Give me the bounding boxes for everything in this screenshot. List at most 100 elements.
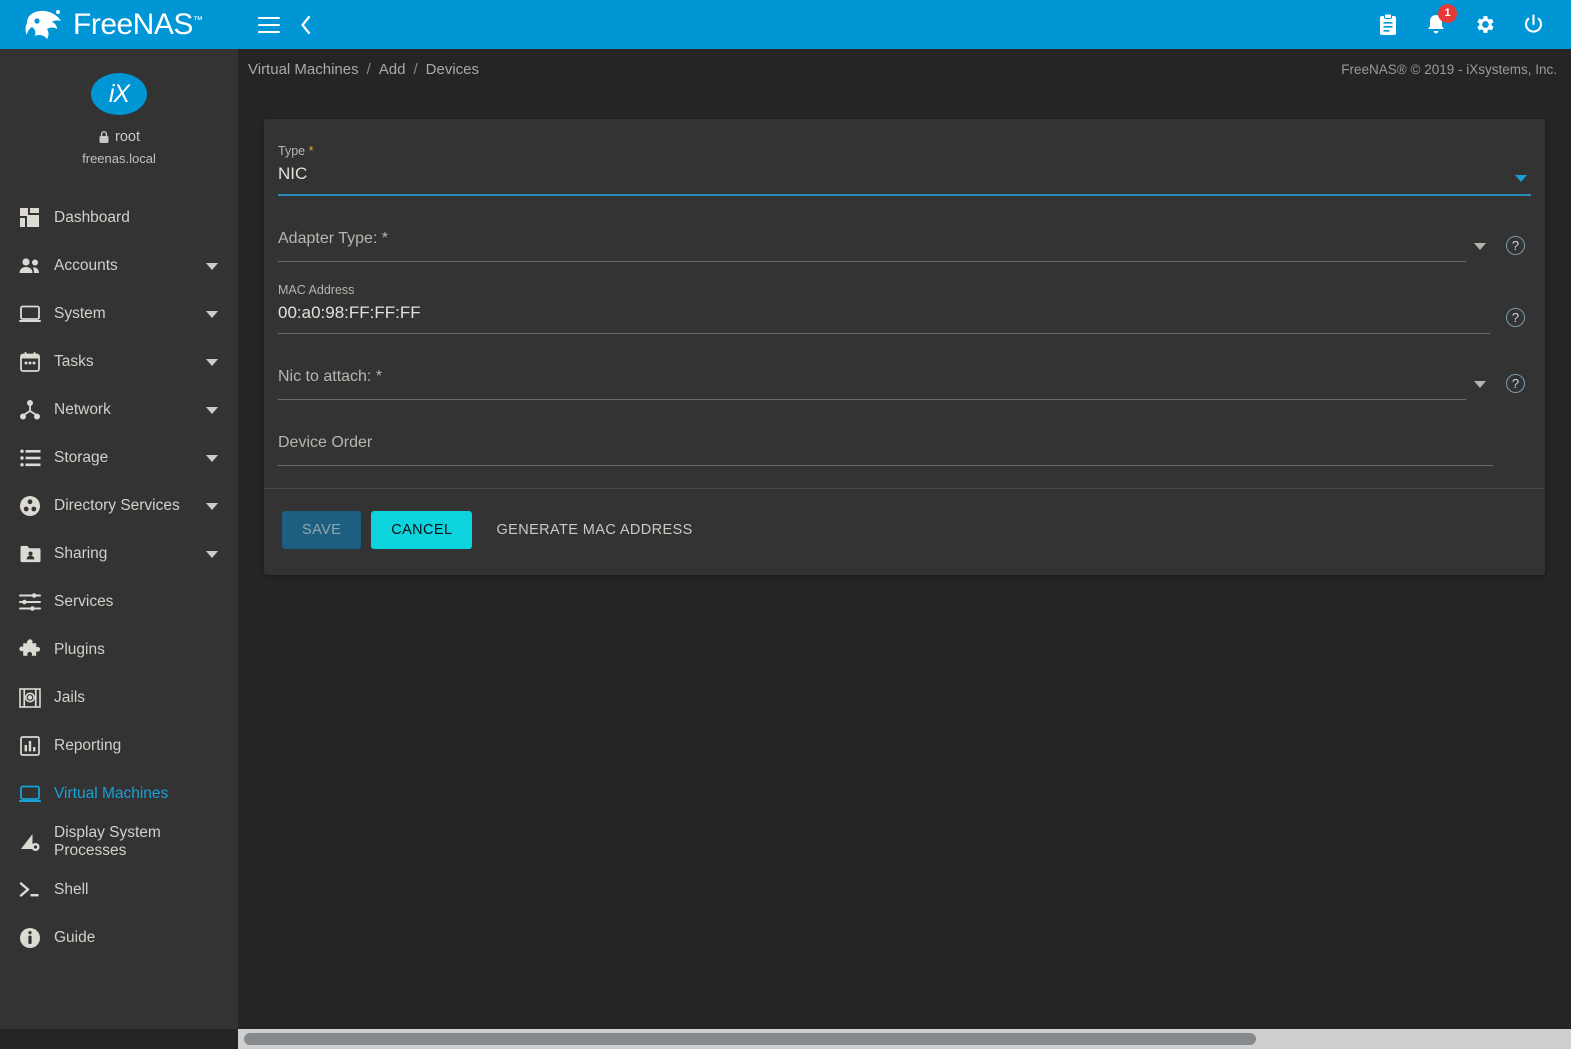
- sidebar-item-storage[interactable]: Storage: [0, 434, 238, 482]
- breadcrumb-separator: /: [366, 61, 371, 78]
- adapter-type-chevron-down-icon[interactable]: [1474, 243, 1486, 250]
- freenas-fish-logo-icon: [25, 9, 61, 39]
- dashboard-icon: [10, 204, 50, 232]
- mac-address-underline: [278, 333, 1490, 334]
- chevron-down-icon[interactable]: [206, 310, 218, 318]
- adapter-type-help-circle-icon[interactable]: ?: [1506, 236, 1525, 255]
- type-chevron-down-icon[interactable]: [1515, 175, 1527, 182]
- brand-logo[interactable]: FreeNAS™: [0, 0, 238, 49]
- horizontal-scrollbar[interactable]: [238, 1029, 1571, 1049]
- sidebar-item-jails[interactable]: Jails: [0, 674, 238, 722]
- sidebar-item-label: Virtual Machines: [54, 785, 169, 802]
- type-value[interactable]: NIC: [278, 159, 1507, 187]
- sidebar-item-sharing[interactable]: Sharing: [0, 530, 238, 578]
- storage-icon: [10, 444, 50, 472]
- sidebar-item-directory-services[interactable]: Directory Services: [0, 482, 238, 530]
- sidebar-item-services[interactable]: Services: [0, 578, 238, 626]
- sidebar-item-guide[interactable]: Guide: [0, 914, 238, 962]
- system-icon: [10, 300, 50, 328]
- breadcrumb-item-devices[interactable]: Devices: [426, 61, 479, 78]
- field-device-order: Device Order: [278, 422, 1531, 466]
- directory-services-icon: [10, 492, 50, 520]
- network-icon: [10, 396, 50, 424]
- breadcrumb-item-virtual-machines[interactable]: Virtual Machines: [248, 61, 359, 78]
- username-row: root: [0, 129, 238, 145]
- sidebar-item-accounts[interactable]: Accounts: [0, 242, 238, 290]
- shell-icon: [10, 876, 50, 904]
- scrollbar-corner: [0, 1029, 238, 1049]
- gear-icon[interactable]: [1473, 13, 1496, 36]
- nic-to-attach-placeholder[interactable]: Nic to attach: *: [278, 362, 1466, 392]
- nic-to-attach-help-circle-icon[interactable]: ?: [1506, 374, 1525, 393]
- sidebar-item-label: System: [54, 305, 106, 322]
- mac-address-label: MAC Address: [278, 283, 355, 297]
- sidebar-item-label: Accounts: [54, 257, 118, 274]
- reporting-icon: [10, 732, 50, 760]
- accounts-icon: [10, 252, 50, 280]
- sidebar-item-label: Directory Services: [54, 497, 180, 514]
- lock-icon: [99, 131, 109, 143]
- copyright-label: FreeNAS® © 2019 - iXsystems, Inc.: [1341, 62, 1557, 77]
- mac-address-value[interactable]: 00:a0:98:FF:FF:FF: [278, 298, 1490, 326]
- sidebar-item-label: Shell: [54, 881, 89, 898]
- sidebar-item-label: Display System Processes: [54, 824, 161, 859]
- device-order-underline: [278, 465, 1493, 466]
- clipboard-icon[interactable]: [1377, 13, 1399, 37]
- type-label: Type *: [278, 144, 314, 158]
- chevron-down-icon[interactable]: [206, 550, 218, 558]
- plugins-icon: [10, 636, 50, 664]
- sidebar-item-display-system-processes[interactable]: Display System Processes: [0, 818, 238, 866]
- chevron-left-icon[interactable]: [298, 14, 314, 36]
- sidebar-item-label: Storage: [54, 449, 109, 466]
- sidebar-item-label: Network: [54, 401, 111, 418]
- chevron-down-icon[interactable]: [206, 358, 218, 366]
- top-navigation-bar: FreeNAS™ 1: [0, 0, 1571, 49]
- display-system-processes-icon: [10, 828, 50, 856]
- sidebar-item-tasks[interactable]: Tasks: [0, 338, 238, 386]
- device-form-card: Type * NIC Adapter Type: * ? MAC Address…: [264, 119, 1545, 575]
- avatar: iX: [91, 73, 147, 115]
- tasks-icon: [10, 348, 50, 376]
- sidebar-item-system[interactable]: System: [0, 290, 238, 338]
- chevron-down-icon[interactable]: [206, 262, 218, 270]
- chevron-down-icon[interactable]: [206, 406, 218, 414]
- mac-address-help-circle-icon[interactable]: ?: [1506, 308, 1525, 327]
- sidebar-item-shell[interactable]: Shell: [0, 866, 238, 914]
- main-content: Virtual Machines / Add / Devices FreeNAS…: [238, 49, 1571, 1049]
- user-info-block: iX root freenas.local: [0, 49, 238, 176]
- save-button[interactable]: SAVE: [282, 511, 362, 549]
- sidebar-item-reporting[interactable]: Reporting: [0, 722, 238, 770]
- breadcrumb-separator: /: [413, 61, 418, 78]
- generate-mac-address-button[interactable]: GENERATE MAC ADDRESS: [482, 511, 706, 549]
- sidebar: iX root freenas.local Dashboard Accounts S…: [0, 49, 238, 1049]
- nic-to-attach-chevron-down-icon[interactable]: [1474, 381, 1486, 388]
- power-icon[interactable]: [1522, 13, 1545, 36]
- guide-icon: [10, 924, 50, 952]
- username-label: root: [115, 129, 140, 145]
- hamburger-menu-icon[interactable]: [258, 16, 280, 33]
- sharing-icon: [10, 540, 50, 568]
- breadcrumb-item-add[interactable]: Add: [379, 61, 406, 78]
- sidebar-item-label: Plugins: [54, 641, 105, 658]
- field-adapter-type: Adapter Type: * ?: [278, 218, 1531, 262]
- services-icon: [10, 588, 50, 616]
- sidebar-item-network[interactable]: Network: [0, 386, 238, 434]
- sidebar-item-dashboard[interactable]: Dashboard: [0, 194, 238, 242]
- sidebar-item-virtual-machines[interactable]: Virtual Machines: [0, 770, 238, 818]
- field-type: Type * NIC: [278, 137, 1531, 196]
- sidebar-item-label: Reporting: [54, 737, 122, 754]
- cancel-button[interactable]: CANCEL: [371, 511, 473, 549]
- notification-badge: 1: [1438, 3, 1457, 23]
- sidebar-item-plugins[interactable]: Plugins: [0, 626, 238, 674]
- chevron-down-icon[interactable]: [206, 502, 218, 510]
- bell-icon[interactable]: 1: [1425, 3, 1457, 37]
- chevron-down-icon[interactable]: [206, 454, 218, 462]
- breadcrumb: Virtual Machines / Add / Devices FreeNAS…: [238, 49, 1571, 90]
- sidebar-item-label: Guide: [54, 929, 96, 946]
- adapter-type-placeholder[interactable]: Adapter Type: *: [278, 224, 1466, 254]
- jails-icon: [10, 684, 50, 712]
- hostname-label: freenas.local: [82, 151, 156, 166]
- horizontal-scrollbar-thumb[interactable]: [244, 1033, 1256, 1045]
- device-order-placeholder[interactable]: Device Order: [278, 428, 1493, 458]
- sidebar-item-label: Tasks: [54, 353, 94, 370]
